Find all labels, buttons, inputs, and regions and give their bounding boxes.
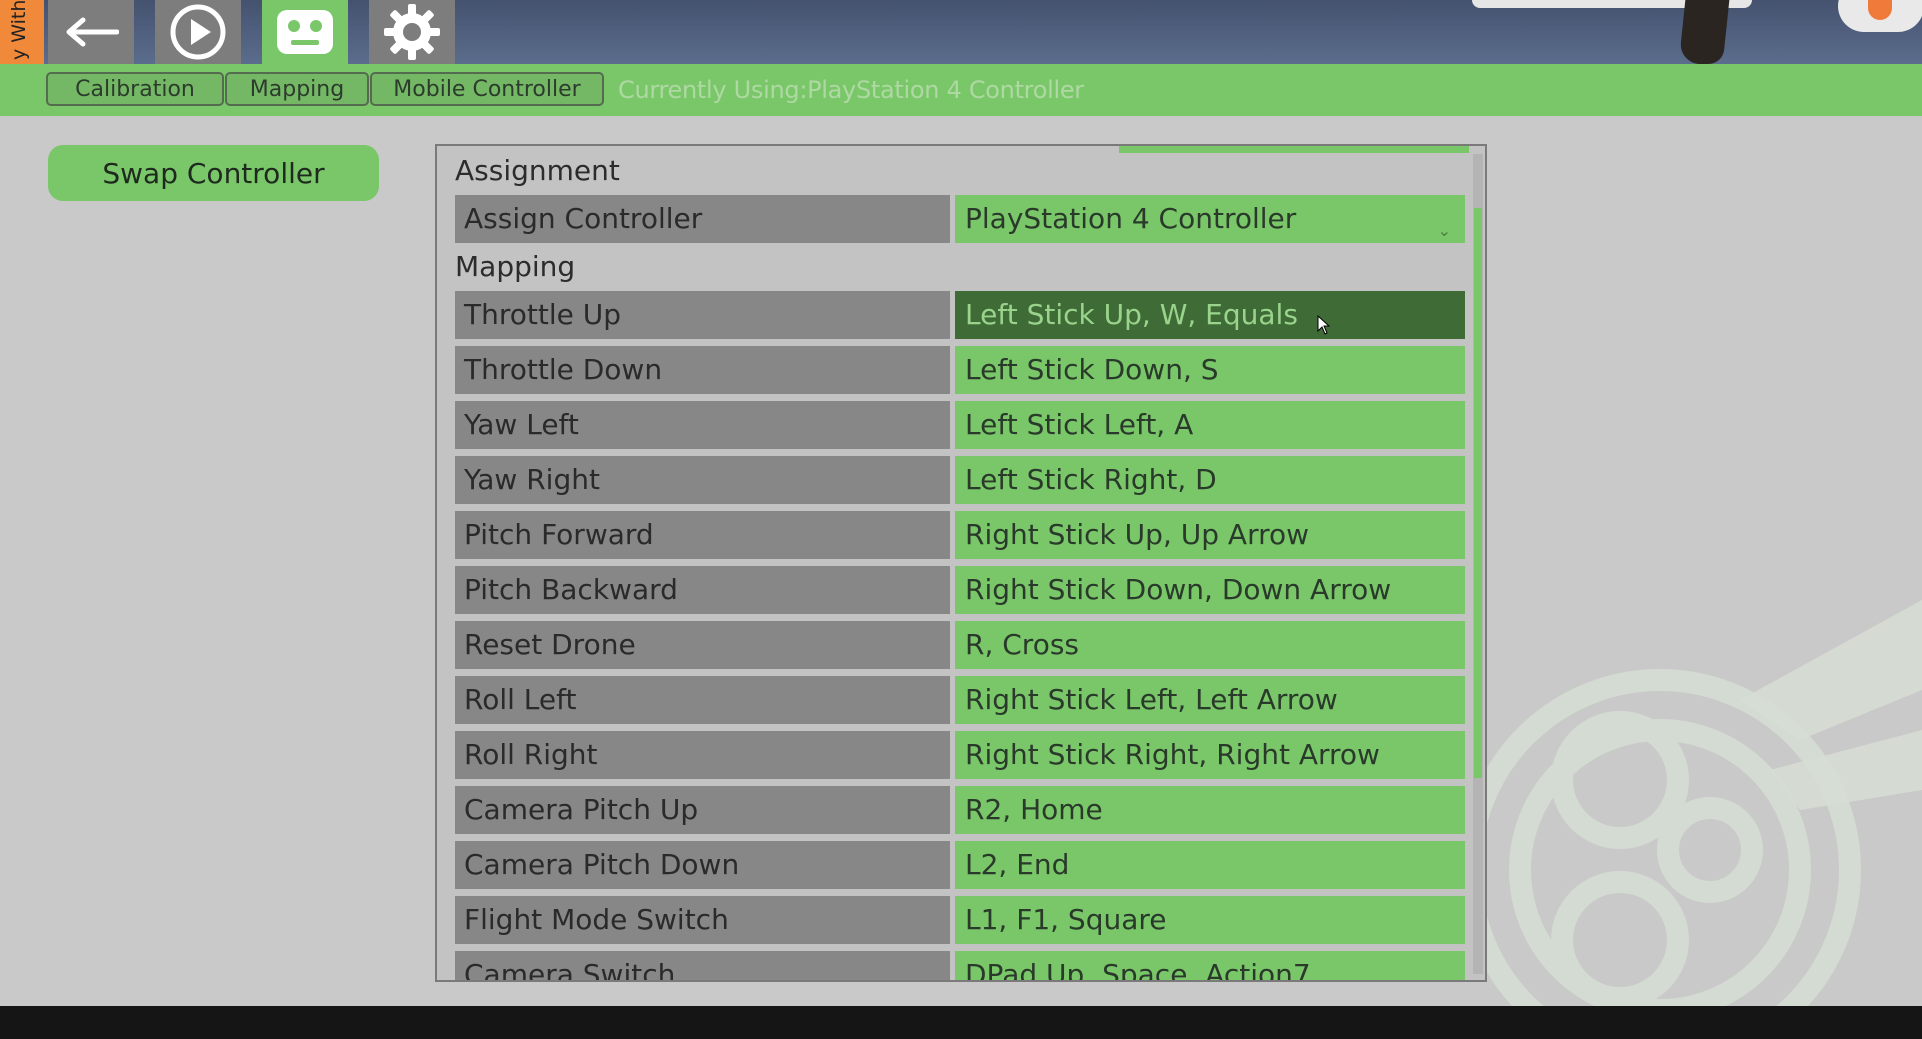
back-button[interactable] xyxy=(48,0,134,64)
mapping-row: Flight Mode Switch L1, F1, Square xyxy=(455,896,1465,944)
mapping-binding-button[interactable]: Left Stick Down, S xyxy=(955,346,1465,394)
mapping-row: Roll Left Right Stick Left, Left Arrow xyxy=(455,676,1465,724)
current-controller-status: Currently Using:PlayStation 4 Controller xyxy=(618,76,1084,104)
mapping-binding-button[interactable]: Right Stick Up, Up Arrow xyxy=(955,511,1465,559)
mapping-heading: Mapping xyxy=(455,250,576,283)
mapping-binding-button[interactable]: Left Stick Right, D xyxy=(955,456,1465,504)
mapping-row: Camera Pitch Up R2, Home xyxy=(455,786,1465,834)
mouse-cursor-icon xyxy=(1317,315,1331,335)
chevron-down-icon: ⌄ xyxy=(1437,221,1451,240)
controller-icon xyxy=(277,10,333,54)
tab-mobile-controller[interactable]: Mobile Controller xyxy=(370,72,604,106)
mapping-binding-button[interactable]: R2, Home xyxy=(955,786,1465,834)
play-icon xyxy=(170,4,226,60)
mapping-action-label: Pitch Backward xyxy=(455,566,950,614)
mapping-row: Pitch Backward Right Stick Down, Down Ar… xyxy=(455,566,1465,614)
play-button[interactable] xyxy=(155,0,241,64)
mapping-action-label: Reset Drone xyxy=(455,621,950,669)
mapping-row: Roll Right Right Stick Right, Right Arro… xyxy=(455,731,1465,779)
mapping-binding-button[interactable]: Right Stick Right, Right Arrow xyxy=(955,731,1465,779)
mapping-row: Pitch Forward Right Stick Up, Up Arrow xyxy=(455,511,1465,559)
assign-controller-row: Assign Controller PlayStation 4 Controll… xyxy=(455,195,1465,243)
mapping-row: Camera Pitch Down L2, End xyxy=(455,841,1465,889)
mapping-action-label: Yaw Left xyxy=(455,401,950,449)
assign-controller-dropdown[interactable]: PlayStation 4 Controller ⌄ xyxy=(955,195,1465,243)
swap-controller-button[interactable]: Swap Controller xyxy=(48,145,379,201)
mapping-action-label: Camera Switch xyxy=(455,951,950,980)
mapping-row: Camera Switch DPad Up, Space, Action7 xyxy=(455,951,1465,980)
logo-emblem-icon xyxy=(1459,600,1922,1030)
mapping-action-label: Yaw Right xyxy=(455,456,950,504)
mapping-action-label: Roll Right xyxy=(455,731,950,779)
mapping-action-label: Throttle Up xyxy=(455,291,950,339)
gear-icon xyxy=(384,4,440,60)
assignment-heading: Assignment xyxy=(455,154,620,187)
mapping-row: Reset Drone R, Cross xyxy=(455,621,1465,669)
mapping-binding-button[interactable]: R, Cross xyxy=(955,621,1465,669)
mapping-row: Throttle Down Left Stick Down, S xyxy=(455,346,1465,394)
side-tab[interactable]: y With xyxy=(0,0,44,64)
tab-calibration[interactable]: Calibration xyxy=(46,72,224,106)
bottom-bar xyxy=(0,1006,1922,1039)
mapping-row: Yaw Right Left Stick Right, D xyxy=(455,456,1465,504)
mapping-action-label: Roll Left xyxy=(455,676,950,724)
top-bar: y With xyxy=(0,0,1922,64)
mapping-binding-button[interactable]: DPad Up, Space, Action7 xyxy=(955,951,1465,980)
tab-mapping[interactable]: Mapping xyxy=(225,72,369,106)
mapping-binding-button[interactable]: Left Stick Up, W, Equals xyxy=(955,291,1465,339)
assign-controller-label: Assign Controller xyxy=(455,195,950,243)
mapping-binding-button[interactable]: L2, End xyxy=(955,841,1465,889)
back-arrow-icon xyxy=(66,17,119,47)
mapping-row: Yaw Left Left Stick Left, A xyxy=(455,401,1465,449)
mapping-panel: Assignment Assign Controller PlayStation… xyxy=(435,144,1487,982)
mapping-binding-button[interactable]: L1, F1, Square xyxy=(955,896,1465,944)
background-tree xyxy=(1678,0,1730,64)
mapping-action-label: Flight Mode Switch xyxy=(455,896,950,944)
panel-accent-line xyxy=(1119,146,1469,153)
assign-controller-value: PlayStation 4 Controller xyxy=(965,202,1297,235)
controller-button[interactable] xyxy=(262,0,348,64)
mapping-binding-button[interactable]: Right Stick Left, Left Arrow xyxy=(955,676,1465,724)
mapping-binding-button[interactable]: Right Stick Down, Down Arrow xyxy=(955,566,1465,614)
scrollbar-thumb[interactable] xyxy=(1474,208,1482,778)
mapping-binding-button[interactable]: Left Stick Left, A xyxy=(955,401,1465,449)
mapping-action-label: Pitch Forward xyxy=(455,511,950,559)
settings-button[interactable] xyxy=(369,0,455,64)
mapping-action-label: Camera Pitch Down xyxy=(455,841,950,889)
mapping-action-label: Throttle Down xyxy=(455,346,950,394)
mapping-row: Throttle Up Left Stick Up, W, Equals xyxy=(455,291,1465,339)
mapping-action-label: Camera Pitch Up xyxy=(455,786,950,834)
side-tab-label: y With xyxy=(8,0,30,60)
